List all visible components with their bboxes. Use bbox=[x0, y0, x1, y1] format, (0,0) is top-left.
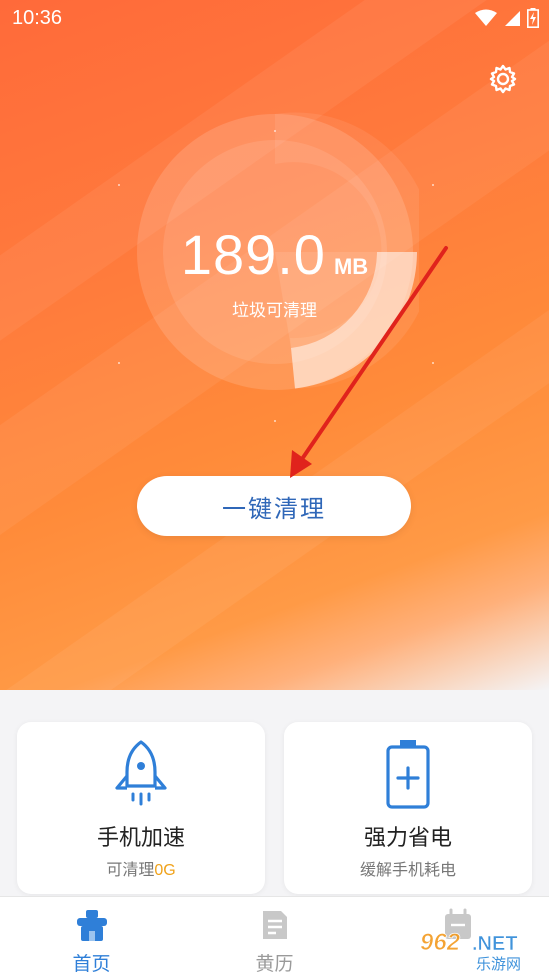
svg-text:.NET: .NET bbox=[472, 933, 518, 955]
tab-almanac-label: 黄历 bbox=[255, 953, 294, 975]
svg-text:乐游网: 乐游网 bbox=[476, 955, 521, 972]
tab-home[interactable]: 首页 bbox=[0, 897, 183, 977]
power-saving-subtitle: 缓解手机耗电 bbox=[359, 860, 456, 879]
junk-amount-value: 189.0 bbox=[180, 223, 326, 286]
rocket-icon bbox=[115, 740, 167, 806]
status-time: 10:36 bbox=[12, 7, 63, 29]
signal-icon bbox=[505, 11, 520, 26]
junk-amount: 189.0 MB bbox=[0, 222, 549, 287]
junk-amount-unit: MB bbox=[333, 254, 369, 279]
one-click-clean-button[interactable]: 一键清理 bbox=[137, 476, 411, 536]
battery-icon bbox=[527, 8, 539, 28]
phone-speedup-subtitle: 可清理0G bbox=[17, 856, 265, 880]
phone-speedup-card[interactable]: 手机加速 可清理0G bbox=[17, 722, 265, 894]
power-saving-title: 强力省电 bbox=[363, 826, 452, 851]
site-watermark-logo: 962 .NET 乐游网 bbox=[420, 929, 521, 972]
phone-speedup-sub-value: 0G bbox=[154, 862, 176, 879]
battery-plus-icon bbox=[386, 740, 430, 809]
settings-gear-icon[interactable] bbox=[487, 63, 519, 95]
phone-speedup-sub-prefix: 可清理 bbox=[106, 860, 155, 879]
svg-text:962: 962 bbox=[420, 929, 461, 956]
phone-speedup-title: 手机加速 bbox=[96, 826, 185, 851]
status-icons bbox=[475, 8, 539, 28]
power-saving-card[interactable]: 强力省电 缓解手机耗电 bbox=[284, 722, 532, 894]
home-icon bbox=[77, 910, 107, 941]
tab-almanac[interactable]: 黄历 bbox=[183, 897, 366, 977]
almanac-icon bbox=[263, 911, 287, 939]
junk-amount-label: 垃圾可清理 bbox=[232, 301, 317, 321]
status-bar: 10:36 bbox=[0, 0, 549, 38]
tab-home-label: 首页 bbox=[72, 953, 111, 975]
wifi-icon bbox=[475, 9, 497, 26]
